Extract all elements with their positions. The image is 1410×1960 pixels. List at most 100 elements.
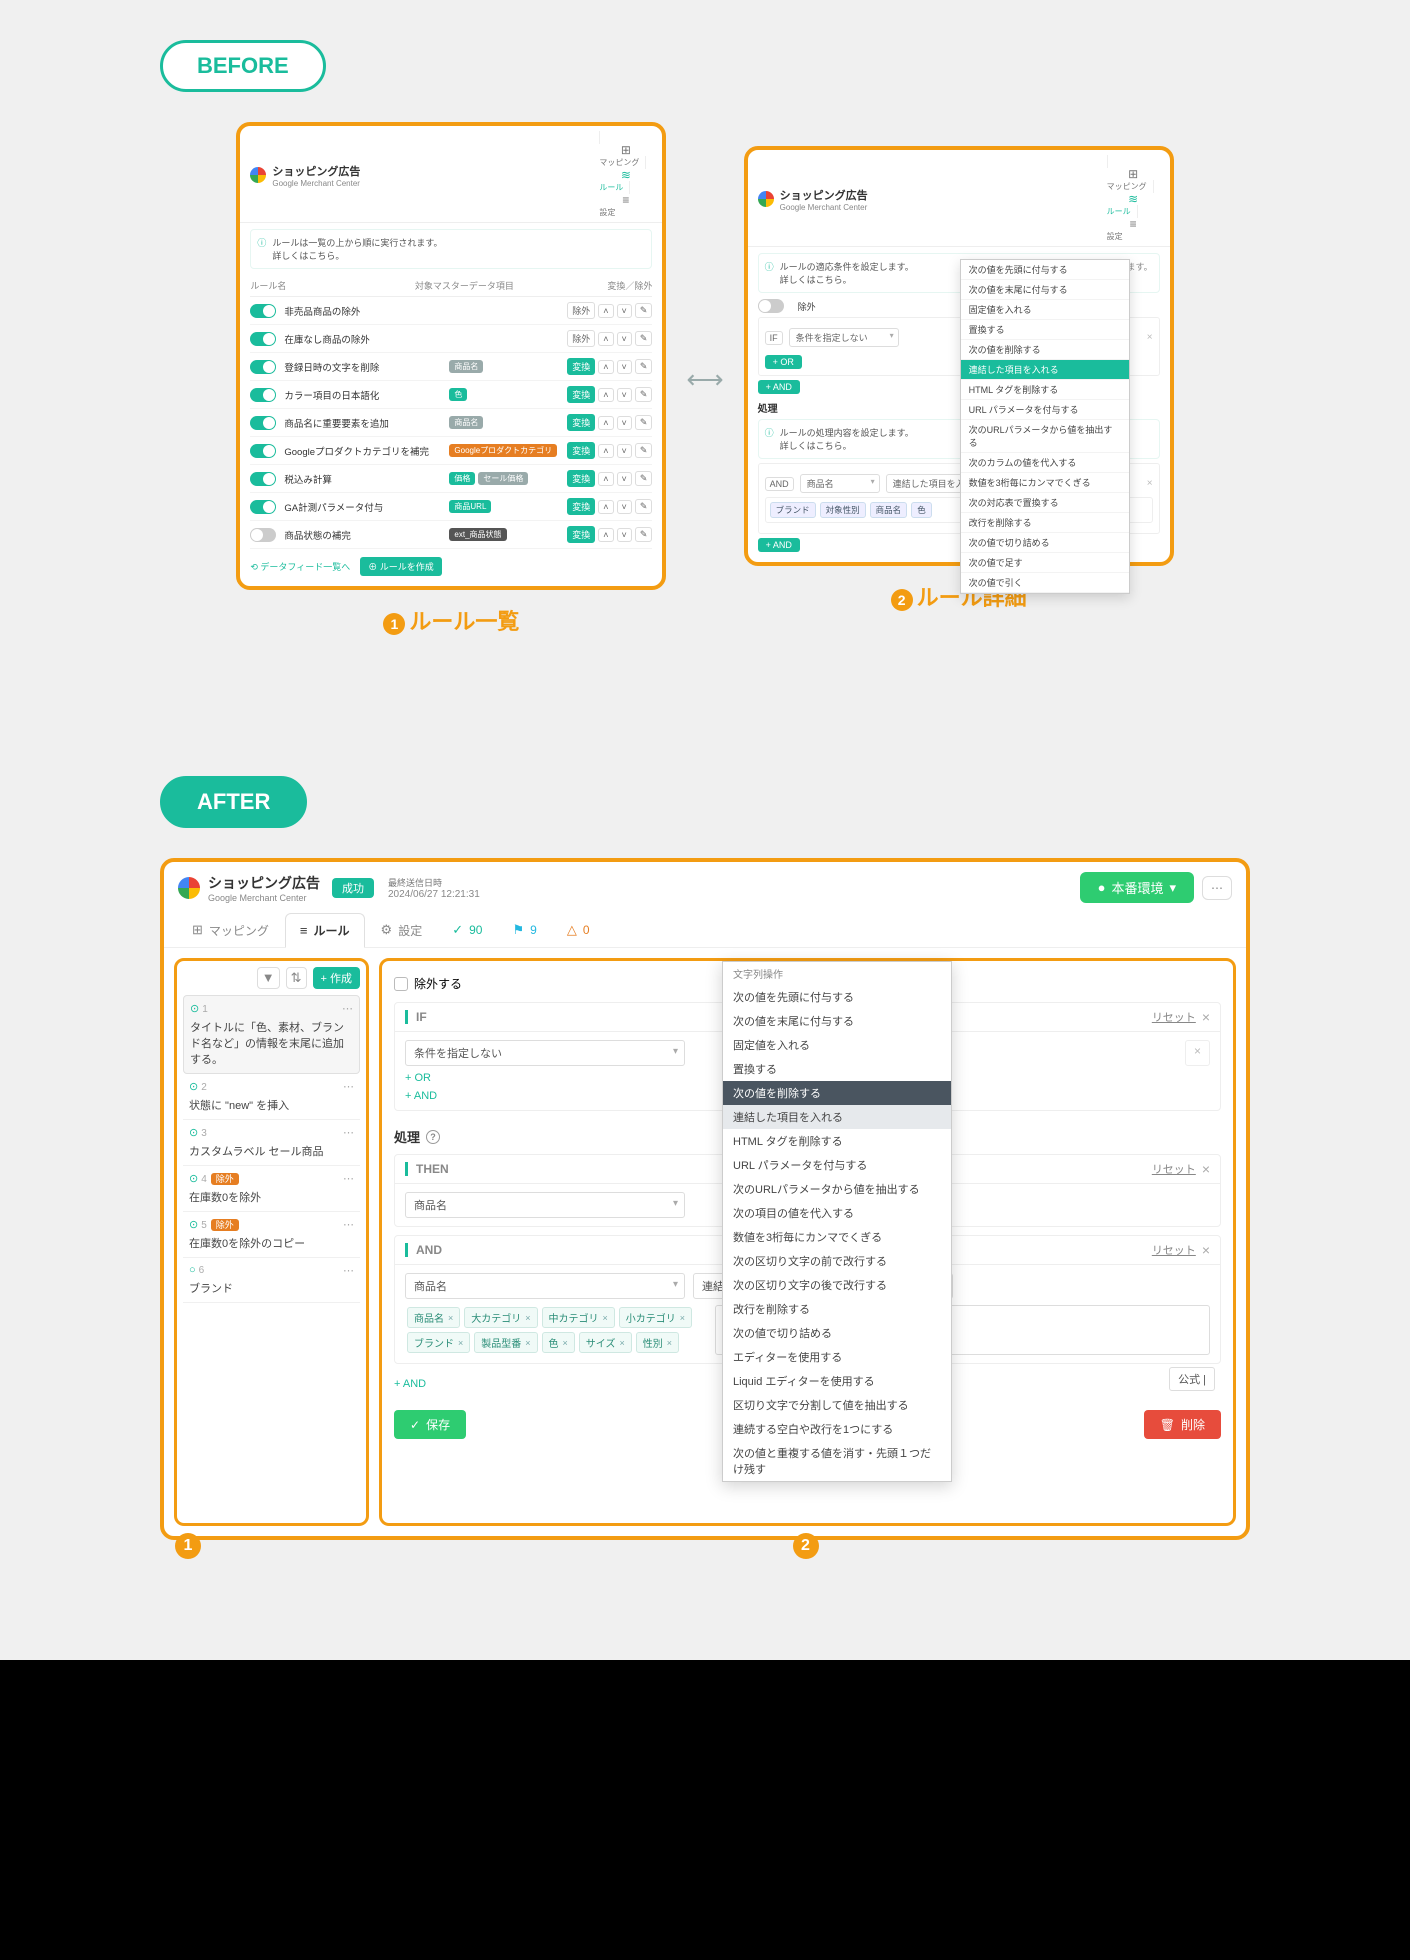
edit-icon[interactable]: ✎: [635, 499, 653, 514]
menu-item[interactable]: 次の区切り文字の後で改行する: [723, 1273, 951, 1297]
down-icon[interactable]: ˅: [617, 472, 632, 486]
tag[interactable]: サイズ ×: [579, 1332, 632, 1353]
menu-item[interactable]: 置換する: [723, 1057, 951, 1081]
exclude-checkbox[interactable]: [394, 977, 408, 991]
tag[interactable]: 色 ×: [542, 1332, 575, 1353]
menu-item[interactable]: 次の値を削除する: [961, 340, 1129, 360]
sidebar-item[interactable]: ⊙5除外⋯在庫数0を除外のコピー: [183, 1212, 360, 1258]
or-button[interactable]: + OR: [765, 355, 802, 369]
if-condition-select[interactable]: 条件を指定しない: [405, 1040, 685, 1066]
edit-icon[interactable]: ✎: [635, 359, 653, 374]
table-row[interactable]: 税込み計算価格セール価格変換˄˅✎: [250, 465, 652, 493]
and-button[interactable]: + AND: [758, 380, 800, 394]
menu-item[interactable]: 次のカラムの値を代入する: [961, 453, 1129, 473]
up-icon[interactable]: ˄: [598, 444, 613, 458]
close-icon[interactable]: ×: [1202, 1242, 1210, 1258]
more-icon[interactable]: ⋯: [343, 1264, 354, 1277]
remove-tag-icon[interactable]: ×: [603, 1313, 608, 1323]
toggle[interactable]: [250, 304, 276, 318]
up-icon[interactable]: ˄: [598, 528, 613, 542]
menu-item[interactable]: 改行を削除する: [961, 513, 1129, 533]
if-condition-select[interactable]: 条件を指定しない: [789, 328, 899, 347]
up-icon[interactable]: ˄: [598, 500, 613, 514]
menu-item[interactable]: 連結した項目を入れる: [961, 360, 1129, 380]
menu-item[interactable]: 次の値で足す: [961, 553, 1129, 573]
menu-item[interactable]: 次の値を先頭に付与する: [723, 985, 951, 1009]
edit-icon[interactable]: ✎: [635, 415, 653, 430]
menu-item[interactable]: 連結した項目を入れる: [723, 1105, 951, 1129]
more-icon[interactable]: ⋯: [342, 1002, 353, 1015]
tab[interactable]: ≡ルール: [285, 913, 365, 948]
edit-icon[interactable]: ✎: [635, 471, 653, 486]
tag[interactable]: 色: [911, 502, 932, 518]
exclude-toggle[interactable]: [758, 299, 784, 313]
then-field-select[interactable]: 商品名: [405, 1192, 685, 1218]
tag[interactable]: 大カテゴリ ×: [464, 1307, 537, 1328]
menu-item[interactable]: 次のURLパラメータから値を抽出する: [961, 420, 1129, 453]
toggle[interactable]: [250, 416, 276, 430]
menu-item[interactable]: 次の値と重複する値を消す・先頭１つだけ残す: [723, 1441, 951, 1481]
sidebar-item[interactable]: ⊙3⋯カスタムラベル セール商品: [183, 1120, 360, 1166]
more-icon[interactable]: ⋯: [343, 1126, 354, 1139]
up-icon[interactable]: ˄: [598, 416, 613, 430]
menu-item[interactable]: 次のURLパラメータから値を抽出する: [723, 1177, 951, 1201]
menu-item[interactable]: 固定値を入れる: [723, 1033, 951, 1057]
more-icon[interactable]: ⋯: [343, 1218, 354, 1231]
tag[interactable]: 商品名 ×: [407, 1307, 460, 1328]
sidebar-item[interactable]: ⊙1⋯タイトルに「色、素材、ブランド名など」の情報を末尾に追加する。: [183, 995, 360, 1074]
menu-item[interactable]: 区切り文字で分割して値を抽出する: [723, 1393, 951, 1417]
menu-item[interactable]: HTML タグを削除する: [723, 1129, 951, 1153]
up-icon[interactable]: ˄: [598, 472, 613, 486]
menu-item[interactable]: 次の値を末尾に付与する: [961, 280, 1129, 300]
close-icon[interactable]: ×: [1147, 478, 1153, 489]
table-row[interactable]: 商品名に重要要素を追加商品名変換˄˅✎: [250, 409, 652, 437]
remove-tag-icon[interactable]: ×: [563, 1338, 568, 1348]
toggle[interactable]: [250, 388, 276, 402]
toggle[interactable]: [250, 360, 276, 374]
edit-icon[interactable]: ✎: [635, 303, 653, 318]
environment-button[interactable]: ● 本番環境 ▾: [1080, 872, 1194, 903]
remove-tag-icon[interactable]: ×: [458, 1338, 463, 1348]
toggle[interactable]: [250, 472, 276, 486]
menu-item[interactable]: 次の値を先頭に付与する: [961, 260, 1129, 280]
tag[interactable]: 対象性別: [820, 502, 866, 518]
reset-link[interactable]: リセット: [1152, 1242, 1196, 1258]
save-button[interactable]: ✓ 保存: [394, 1410, 466, 1439]
menu-item[interactable]: HTML タグを削除する: [961, 380, 1129, 400]
tag[interactable]: ブランド ×: [407, 1332, 470, 1353]
menu-item[interactable]: 次の値を削除する: [723, 1081, 951, 1105]
edit-icon[interactable]: ✎: [635, 527, 653, 542]
action-dropdown-menu[interactable]: 文字列操作 次の値を先頭に付与する次の値を末尾に付与する固定値を入れる置換する次…: [722, 961, 952, 1482]
down-icon[interactable]: ˅: [617, 304, 632, 318]
menu-item[interactable]: 連続する空白や改行を1つにする: [723, 1417, 951, 1441]
remove-tag-icon[interactable]: ×: [525, 1313, 530, 1323]
close-icon[interactable]: ×: [1202, 1009, 1210, 1025]
menu-item[interactable]: 次の値で切り詰める: [723, 1321, 951, 1345]
help-icon[interactable]: ?: [426, 1130, 440, 1144]
delete-button[interactable]: 🗑 削除: [1144, 1410, 1221, 1439]
menu-item[interactable]: 固定値を入れる: [961, 300, 1129, 320]
down-icon[interactable]: ˅: [617, 444, 632, 458]
down-icon[interactable]: ˅: [617, 388, 632, 402]
up-icon[interactable]: ˄: [598, 332, 613, 346]
menu-item[interactable]: 数値を3桁毎にカンマでくぎる: [961, 473, 1129, 493]
then-extra-input[interactable]: 公式 |: [1169, 1367, 1215, 1391]
more-icon[interactable]: ⋯: [343, 1172, 354, 1185]
close-icon[interactable]: ×: [1185, 1040, 1210, 1066]
menu-item[interactable]: 次の対応表で置換する: [961, 493, 1129, 513]
sort-icon[interactable]: ⇅: [286, 967, 307, 989]
down-icon[interactable]: ˅: [617, 416, 632, 430]
table-row[interactable]: 商品状態の補完ext_商品状態変換˄˅✎: [250, 521, 652, 549]
tab[interactable]: ⚑9: [498, 913, 550, 947]
up-icon[interactable]: ˄: [598, 360, 613, 374]
add-and-button[interactable]: + AND: [405, 1090, 437, 1102]
menu-item[interactable]: 次の値を末尾に付与する: [723, 1009, 951, 1033]
sidebar-item[interactable]: ⊙4除外⋯在庫数0を除外: [183, 1166, 360, 1212]
tab[interactable]: ⊞マッピング: [178, 913, 283, 947]
menu-item[interactable]: 数値を3桁毎にカンマでくぎる: [723, 1225, 951, 1249]
close-icon[interactable]: ×: [1202, 1161, 1210, 1177]
menu-item[interactable]: 改行を削除する: [723, 1297, 951, 1321]
down-icon[interactable]: ˅: [617, 500, 632, 514]
table-row[interactable]: GA計測パラメータ付与商品URL変換˄˅✎: [250, 493, 652, 521]
table-row[interactable]: 登録日時の文字を削除商品名変換˄˅✎: [250, 353, 652, 381]
